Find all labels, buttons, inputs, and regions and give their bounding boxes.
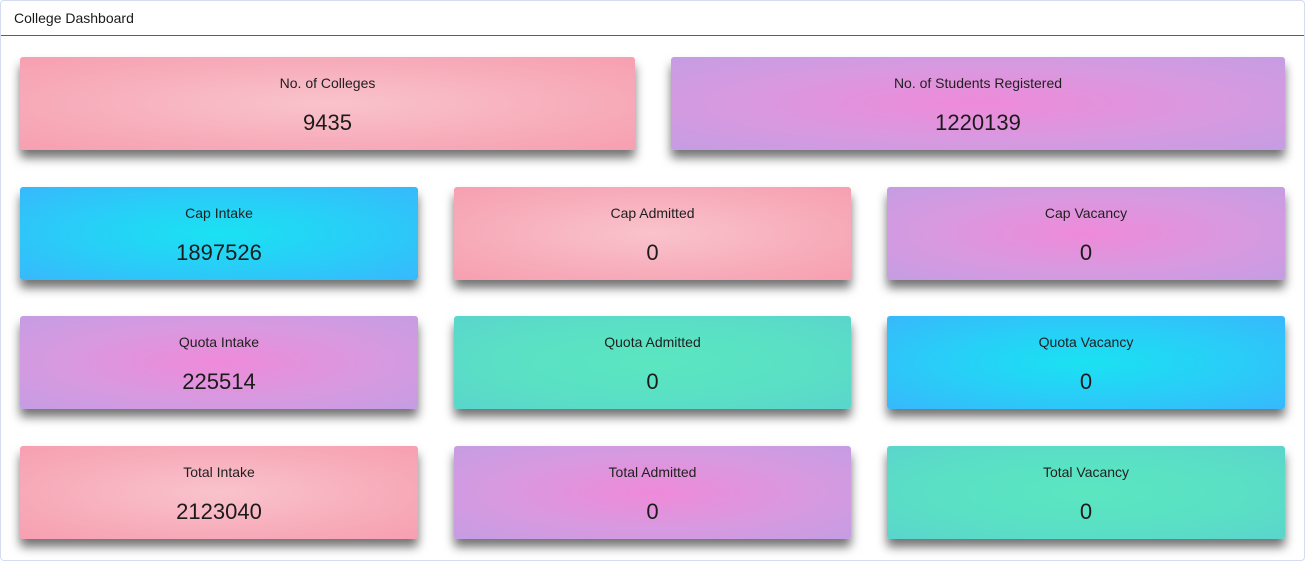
card-cap-vacancy[interactable]: Cap Vacancy 0 xyxy=(887,187,1285,280)
card-label: Quota Vacancy xyxy=(1038,334,1134,350)
card-label: No. of Colleges xyxy=(279,75,376,91)
card-total-admitted[interactable]: Total Admitted 0 xyxy=(454,446,851,539)
card-label: No. of Students Registered xyxy=(893,75,1063,91)
card-no-of-colleges[interactable]: No. of Colleges 9435 xyxy=(20,57,635,150)
card-value: 9435 xyxy=(303,110,352,135)
card-quota-intake[interactable]: Quota Intake 225514 xyxy=(20,316,418,409)
card-value: 0 xyxy=(1079,369,1093,394)
page-title: College Dashboard xyxy=(1,1,1304,36)
card-value: 225514 xyxy=(182,369,256,394)
card-label: Quota Intake xyxy=(178,334,260,350)
card-value: 0 xyxy=(1079,240,1093,265)
card-label: Cap Vacancy xyxy=(1044,205,1128,221)
card-value: 0 xyxy=(646,499,659,524)
card-value: 1220139 xyxy=(935,110,1021,135)
card-label: Quota Admitted xyxy=(604,334,701,350)
card-value: 0 xyxy=(1079,499,1093,524)
card-value: 2123040 xyxy=(176,499,262,524)
card-value: 0 xyxy=(646,369,659,394)
card-students-registered[interactable]: No. of Students Registered 1220139 xyxy=(671,57,1285,150)
card-label: Cap Intake xyxy=(185,205,253,221)
card-label: Total Intake xyxy=(183,464,255,480)
card-value: 1897526 xyxy=(176,240,262,265)
card-total-vacancy[interactable]: Total Vacancy 0 xyxy=(887,446,1285,539)
card-label: Total Vacancy xyxy=(1042,464,1130,480)
card-label: Total Admitted xyxy=(608,464,697,480)
card-total-intake[interactable]: Total Intake 2123040 xyxy=(20,446,418,539)
card-value: 0 xyxy=(646,240,659,265)
card-quota-vacancy[interactable]: Quota Vacancy 0 xyxy=(887,316,1285,409)
card-cap-intake[interactable]: Cap Intake 1897526 xyxy=(20,187,418,280)
card-cap-admitted[interactable]: Cap Admitted 0 xyxy=(454,187,851,280)
card-label: Cap Admitted xyxy=(610,205,695,221)
card-quota-admitted[interactable]: Quota Admitted 0 xyxy=(454,316,851,409)
